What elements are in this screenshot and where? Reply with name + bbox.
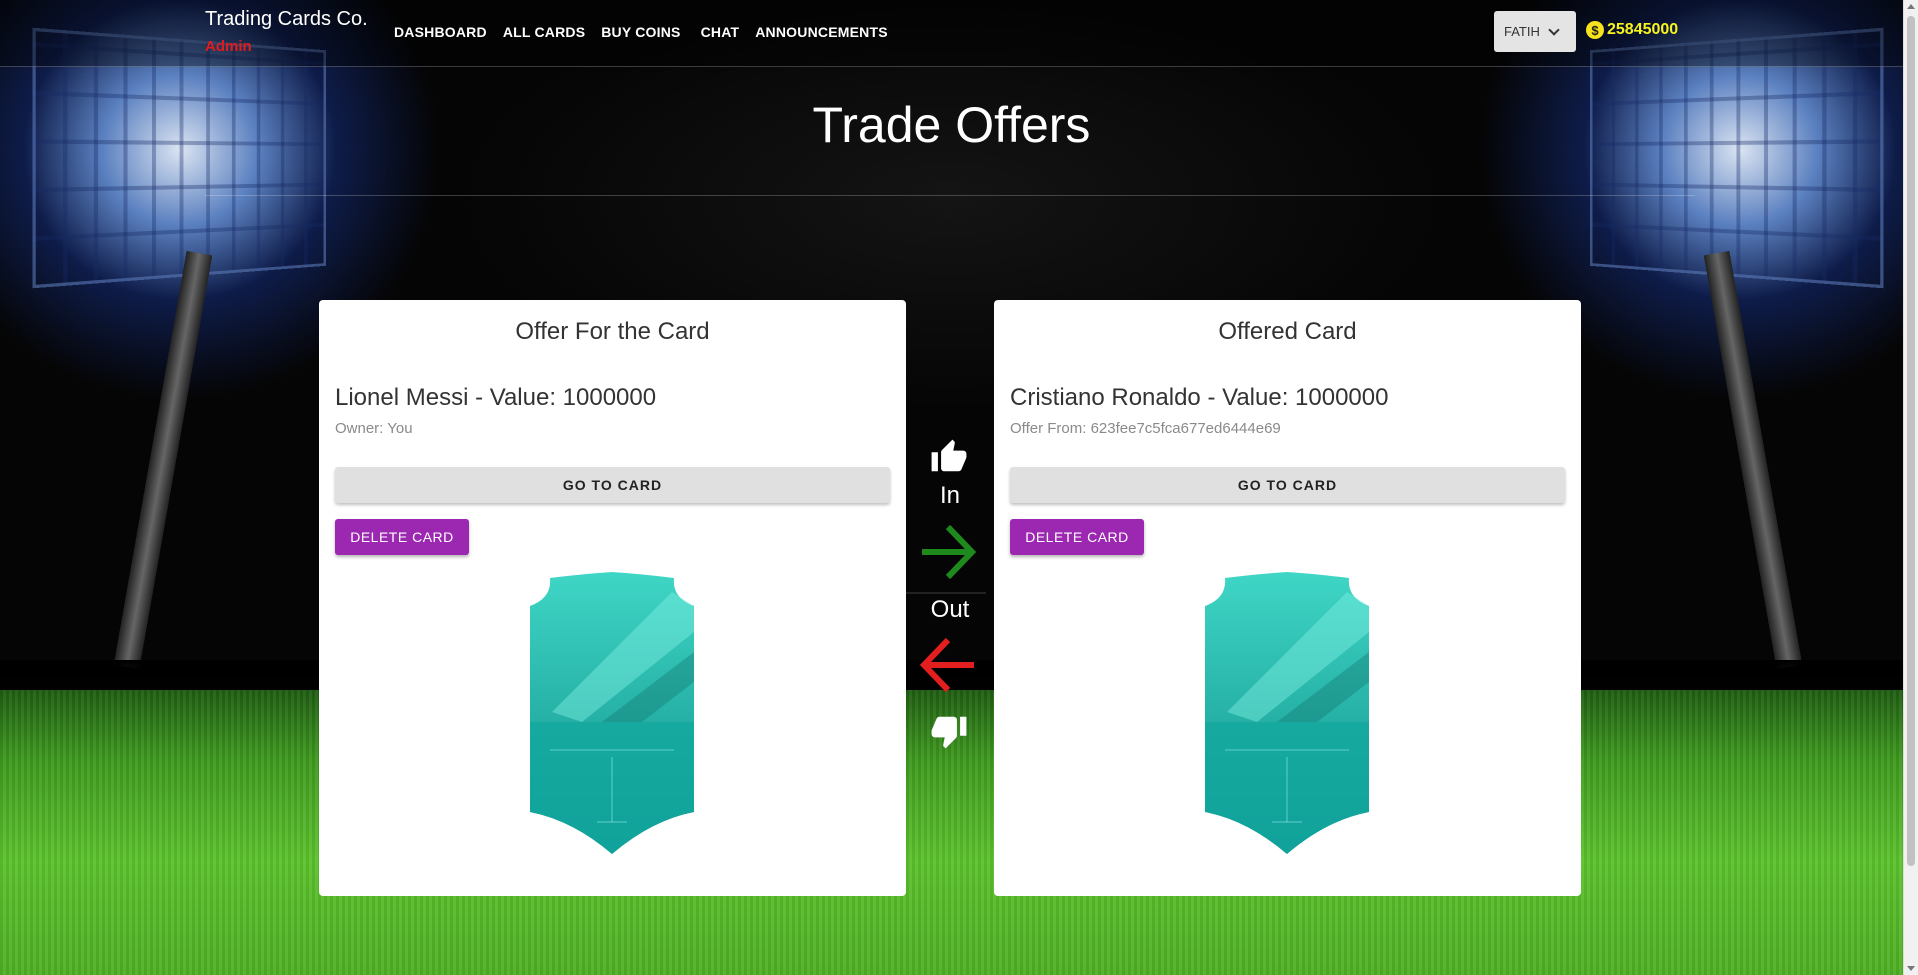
user-dropdown[interactable]: FATIH	[1494, 11, 1576, 52]
brand-name[interactable]: Trading Cards Co.	[205, 8, 368, 31]
user-role: Admin	[205, 38, 252, 55]
nav-link-chat[interactable]: CHAT	[701, 24, 740, 40]
floodlight-pole-right	[1703, 250, 1803, 670]
out-label: Out	[930, 596, 970, 623]
thumbs-down-icon[interactable]	[930, 712, 968, 750]
page-scrollbar[interactable]	[1903, 0, 1918, 975]
in-label: In	[939, 482, 960, 509]
arrow-left-icon	[919, 637, 974, 693]
nav-link-announcements[interactable]: ANNOUNCEMENTS	[755, 24, 888, 40]
delete-card-button[interactable]: DELETE CARD	[1010, 519, 1144, 555]
player-card-image	[530, 572, 694, 854]
coin-balance-value: 25845000	[1607, 21, 1679, 38]
go-to-card-button[interactable]: GO TO CARD	[335, 467, 890, 503]
coin-balance: $ 25845000	[1586, 21, 1678, 39]
card-player-value: Cristiano Ronaldo - Value: 1000000	[1010, 384, 1389, 411]
nav-link-all-cards[interactable]: ALL CARDS	[503, 24, 585, 40]
dollar-coin-icon: $	[1586, 21, 1604, 39]
scroll-thumb[interactable]	[1907, 16, 1915, 866]
card-panel-title: Offer For the Card	[515, 318, 710, 345]
chevron-down-icon	[1548, 23, 1560, 36]
player-card-image	[1205, 572, 1369, 854]
user-dropdown-label: FATIH	[1504, 24, 1540, 39]
trade-direction-column: In Out	[906, 430, 994, 760]
card-panel-title: Offered Card	[1218, 318, 1357, 345]
direction-divider	[906, 592, 986, 594]
title-divider	[205, 195, 1695, 196]
offer-for-card-panel: Offer For the Card Lionel Messi - Value:…	[319, 300, 906, 896]
card-owner: Owner: You	[335, 420, 413, 437]
nav-links: DASHBOARD ALL CARDS BUY COINS CHAT ANNOU…	[394, 0, 904, 64]
scroll-up-icon[interactable]	[1907, 4, 1915, 9]
floodlight-pole-left	[113, 250, 213, 670]
top-navbar: Trading Cards Co. Admin DASHBOARD ALL CA…	[0, 0, 1903, 67]
nav-link-buy-coins[interactable]: BUY COINS	[601, 24, 680, 40]
scroll-down-icon[interactable]	[1907, 966, 1915, 971]
offer-from: Offer From: 623fee7c5fca677ed6444e69	[1010, 420, 1281, 437]
go-to-card-button[interactable]: GO TO CARD	[1010, 467, 1565, 503]
nav-link-dashboard[interactable]: DASHBOARD	[394, 24, 487, 40]
offered-card-panel: Offered Card Cristiano Ronaldo - Value: …	[994, 300, 1581, 896]
card-player-value: Lionel Messi - Value: 1000000	[335, 384, 657, 411]
delete-card-button[interactable]: DELETE CARD	[335, 519, 469, 555]
thumbs-up-icon[interactable]	[930, 438, 968, 476]
page-title: Trade Offers	[812, 97, 1091, 153]
arrow-right-icon	[922, 524, 977, 580]
